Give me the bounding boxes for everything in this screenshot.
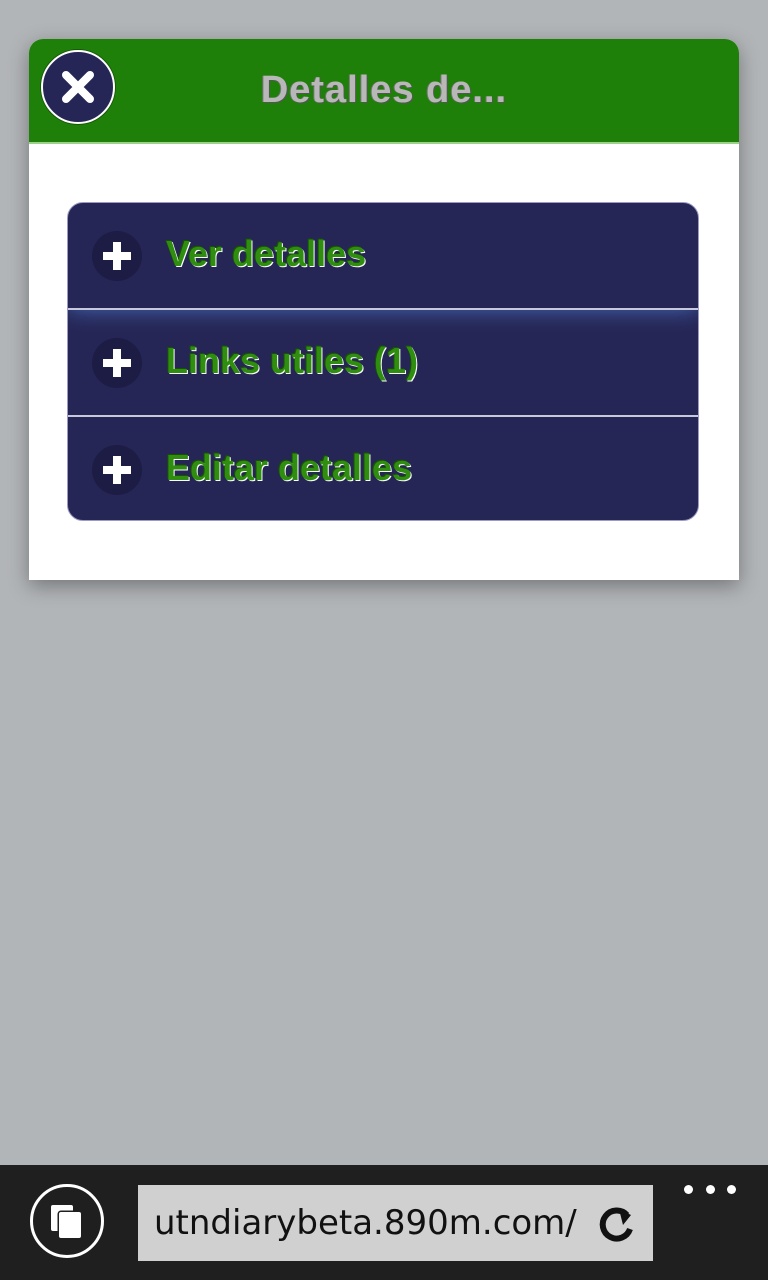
tabs-button[interactable]: [30, 1184, 104, 1258]
details-menu: Ver detalles Links utiles (1) Editar det…: [67, 202, 699, 521]
dialog-header: Detalles de...: [29, 39, 739, 144]
plus-icon: [92, 445, 142, 495]
dialog-title: Detalles de...: [260, 69, 508, 111]
url-text: utndiarybeta.890m.com/: [154, 1203, 577, 1243]
plus-icon: [92, 338, 142, 388]
refresh-icon[interactable]: [597, 1205, 637, 1245]
menu-item-editar-detalles[interactable]: Editar detalles: [68, 415, 698, 520]
tabs-icon: [51, 1205, 83, 1240]
plus-icon: [92, 231, 142, 281]
browser-address-bar: utndiarybeta.890m.com/: [0, 1165, 768, 1280]
menu-item-links-utiles[interactable]: Links utiles (1): [68, 308, 698, 415]
more-options-icon: [684, 1184, 693, 1194]
menu-item-label: Links utiles (1): [166, 340, 419, 381]
menu-item-label: Editar detalles: [166, 447, 413, 488]
menu-item-ver-detalles[interactable]: Ver detalles: [68, 203, 698, 308]
more-options-icon: [705, 1184, 715, 1194]
menu-item-label: Ver detalles: [166, 233, 367, 274]
url-field[interactable]: utndiarybeta.890m.com/: [138, 1185, 653, 1261]
details-dialog: Detalles de... Ver detalles Links utiles…: [29, 39, 739, 580]
more-options-icon: [727, 1184, 736, 1194]
more-options-button[interactable]: [684, 1177, 736, 1201]
